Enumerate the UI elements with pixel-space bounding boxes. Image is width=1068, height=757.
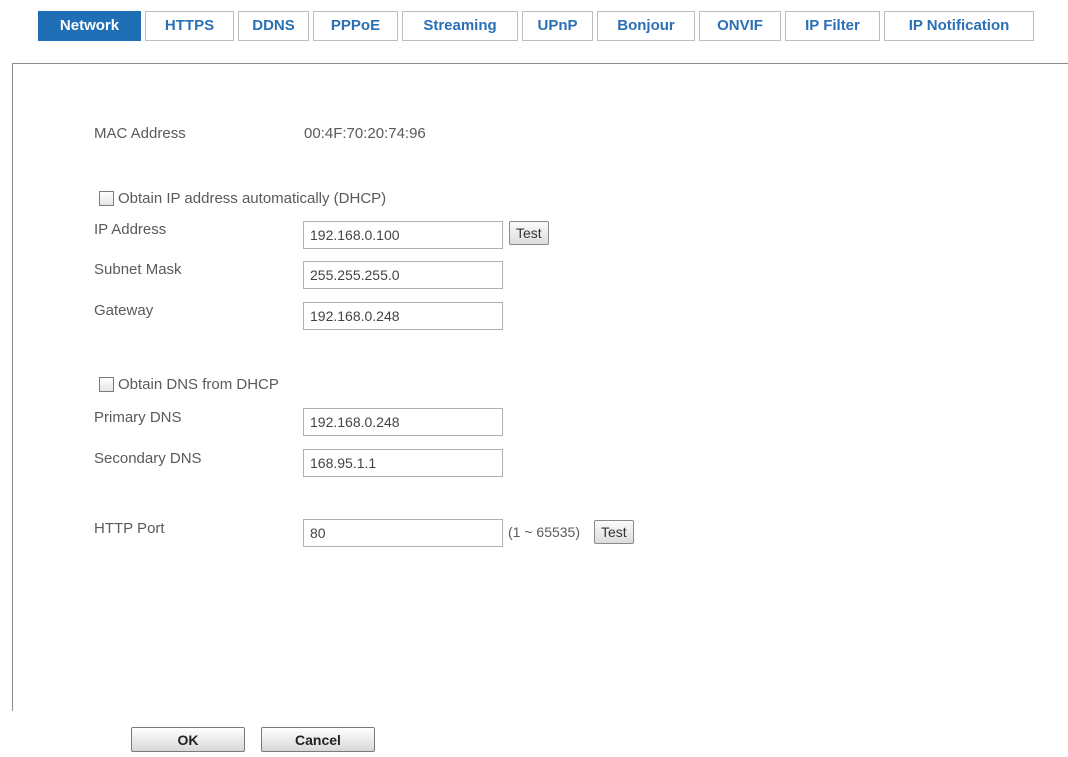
dns-dhcp-checkbox-label: Obtain DNS from DHCP: [118, 376, 279, 393]
tab-ip-filter[interactable]: IP Filter: [785, 11, 880, 41]
gateway-input[interactable]: [303, 302, 503, 330]
ip-address-input[interactable]: [303, 221, 503, 249]
ip-test-button[interactable]: Test: [509, 221, 549, 245]
mac-address-label: MAC Address: [94, 125, 186, 142]
tab-streaming[interactable]: Streaming: [402, 11, 518, 41]
ok-button[interactable]: OK: [131, 727, 245, 752]
dhcp-checkbox-label: Obtain IP address automatically (DHCP): [118, 190, 387, 207]
secondary-dns-input[interactable]: [303, 449, 503, 477]
dhcp-checkbox-row[interactable]: Obtain IP address automatically (DHCP): [99, 190, 386, 207]
subnet-mask-input[interactable]: [303, 261, 503, 289]
dns-dhcp-checkbox-row[interactable]: Obtain DNS from DHCP: [99, 376, 279, 393]
tab-upnp[interactable]: UPnP: [522, 11, 593, 41]
http-port-range: (1 ~ 65535): [508, 524, 580, 540]
tab-bar: Network HTTPS DDNS PPPoE Streaming UPnP …: [38, 11, 1034, 41]
dns-dhcp-checkbox[interactable]: [99, 377, 114, 392]
tab-ddns[interactable]: DDNS: [238, 11, 309, 41]
http-port-test-button[interactable]: Test: [594, 520, 634, 544]
tab-ip-notification[interactable]: IP Notification: [884, 11, 1034, 41]
tab-network[interactable]: Network: [38, 11, 141, 41]
gateway-label: Gateway: [94, 302, 154, 319]
primary-dns-input[interactable]: [303, 408, 503, 436]
subnet-mask-label: Subnet Mask: [94, 261, 182, 278]
primary-dns-label: Primary DNS: [94, 409, 182, 426]
http-port-input[interactable]: [303, 519, 503, 547]
dhcp-checkbox[interactable]: [99, 191, 114, 206]
tab-onvif[interactable]: ONVIF: [699, 11, 781, 41]
http-port-label: HTTP Port: [94, 520, 165, 537]
tab-https[interactable]: HTTPS: [145, 11, 234, 41]
tab-bonjour[interactable]: Bonjour: [597, 11, 695, 41]
secondary-dns-label: Secondary DNS: [94, 450, 202, 467]
cancel-button[interactable]: Cancel: [261, 727, 375, 752]
mac-address-value: 00:4F:70:20:74:96: [304, 125, 426, 142]
ip-address-label: IP Address: [94, 221, 167, 238]
tab-pppoe[interactable]: PPPoE: [313, 11, 398, 41]
